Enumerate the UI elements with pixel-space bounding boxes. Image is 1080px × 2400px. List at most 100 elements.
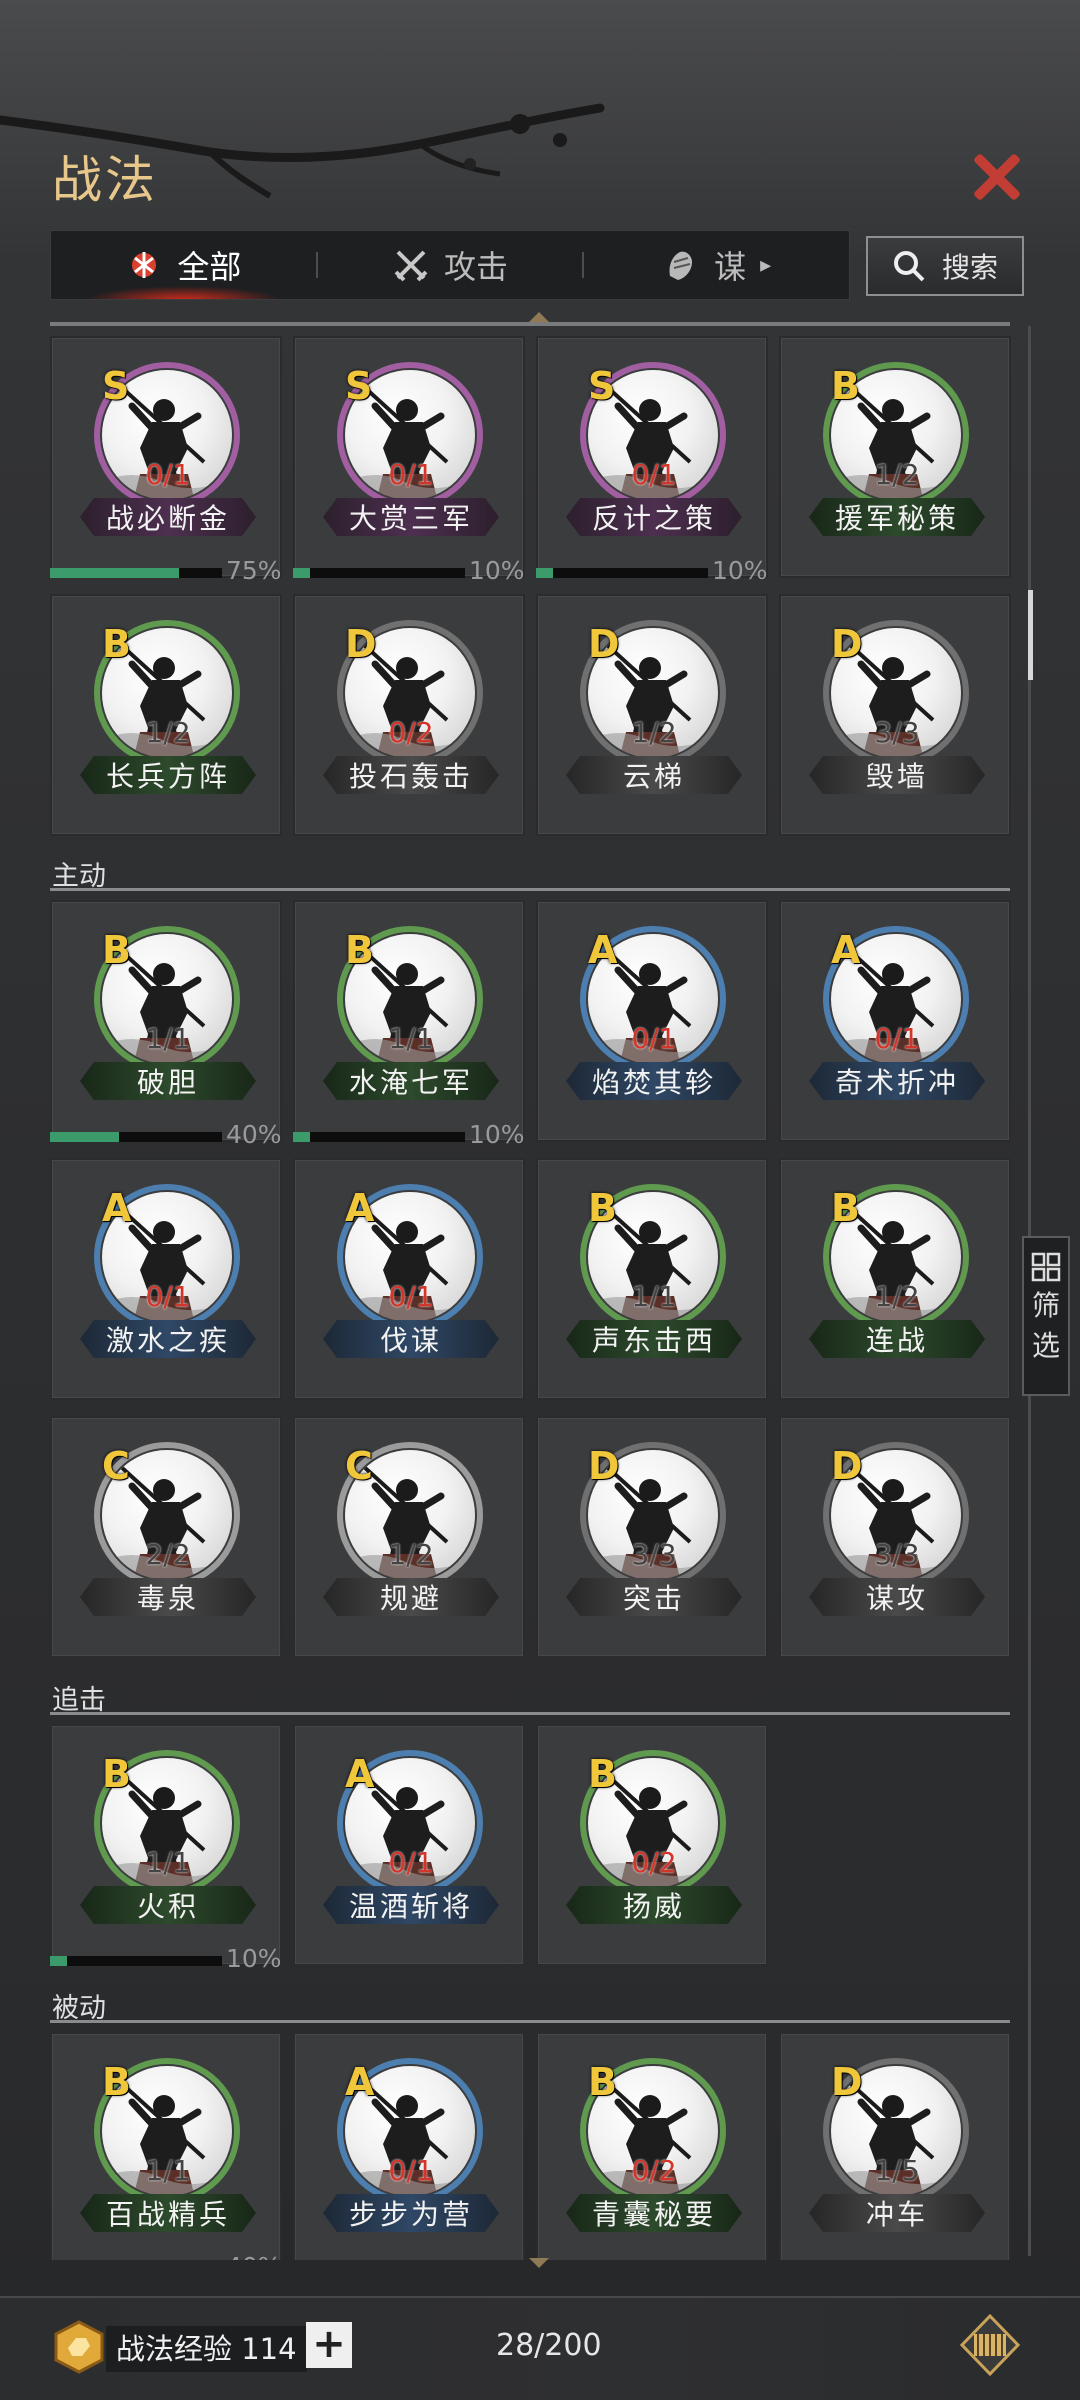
tactic-card[interactable]: D 3/3 毁墙 xyxy=(779,594,1011,836)
tactic-card[interactable]: B 1/1 水淹七军 xyxy=(293,900,525,1142)
grade-badge: S xyxy=(345,364,373,408)
tactic-card[interactable]: B 1/2 长兵方阵 xyxy=(50,594,282,836)
tab-all[interactable]: 全部 xyxy=(51,231,316,299)
grade-badge: B xyxy=(102,2060,131,2104)
owned-count: 1/1 xyxy=(631,1280,677,1313)
progress-percent: 40% xyxy=(226,1120,282,1149)
progress-percent: 10% xyxy=(712,556,768,585)
tab-attack[interactable]: 攻击 xyxy=(318,231,583,299)
tactic-card[interactable]: D 1/5 冲车 xyxy=(779,2032,1011,2260)
tactics-list[interactable]: S 0/1 战必断金 75% S 0/1 大赏三军 10% S 0/1 反计之策 10% B 1/2 援军秘… xyxy=(0,326,1080,2260)
tactic-card[interactable]: A 0/1 步步为营 xyxy=(293,2032,525,2260)
tactic-card[interactable]: D 3/3 谋攻 xyxy=(779,1416,1011,1658)
tactic-card[interactable]: S 0/1 战必断金 xyxy=(50,336,282,578)
owned-count: 3/3 xyxy=(631,1538,677,1571)
learn-progress-bar xyxy=(536,568,708,578)
tactic-name: 伐谋 xyxy=(323,1320,499,1358)
tactic-name: 突击 xyxy=(566,1578,742,1616)
grade-badge: A xyxy=(345,1752,375,1796)
tactic-name: 战必断金 xyxy=(80,498,256,536)
grade-badge: C xyxy=(345,1444,373,1488)
grade-badge: D xyxy=(588,622,620,666)
tactic-card[interactable]: A 0/1 奇术折冲 xyxy=(779,900,1011,1142)
exp-fist-icon[interactable] xyxy=(52,2320,106,2374)
tactic-card[interactable]: B 1/1 火积 xyxy=(50,1724,282,1966)
learn-progress-bar xyxy=(50,1956,222,1966)
tactic-name: 青囊秘要 xyxy=(566,2194,742,2232)
owned-count: 1/5 xyxy=(874,2154,920,2187)
progress-percent: 40% xyxy=(226,2252,282,2260)
tab-bar: 全部 攻击 谋 ▸ xyxy=(50,230,850,300)
progress-percent: 10% xyxy=(469,1120,525,1149)
tactic-card[interactable]: B 0/2 扬威 xyxy=(536,1724,768,1966)
tactic-name: 反计之策 xyxy=(566,498,742,536)
filter-button[interactable]: 筛 选 xyxy=(1022,1236,1070,1396)
owned-count: 1/2 xyxy=(631,716,677,749)
tactic-name: 连战 xyxy=(809,1320,985,1358)
grade-badge: D xyxy=(831,2060,863,2104)
tactic-name: 毁墙 xyxy=(809,756,985,794)
tactics-scroll-icon[interactable] xyxy=(960,2314,1020,2376)
owned-count: 0/1 xyxy=(631,458,677,491)
tactic-card[interactable]: B 0/2 青囊秘要 xyxy=(536,2032,768,2260)
tactic-card[interactable]: D 3/3 突击 xyxy=(536,1416,768,1658)
owned-count: 0/1 xyxy=(388,458,434,491)
tab-label: 攻击 xyxy=(443,248,508,286)
capacity-count: 28/200 xyxy=(496,2328,602,2363)
close-button[interactable] xyxy=(962,142,1032,212)
tactic-name: 奇术折冲 xyxy=(809,1062,985,1100)
grade-badge: B xyxy=(345,928,374,972)
add-exp-button[interactable]: + xyxy=(306,2322,352,2368)
section-divider xyxy=(50,2020,1010,2023)
exp-label: 战法经验 114 xyxy=(106,2326,307,2372)
owned-count: 3/3 xyxy=(874,1538,920,1571)
filter-label-1: 筛 xyxy=(1031,1289,1060,1322)
learn-progress-bar xyxy=(293,1132,465,1142)
tactic-name: 激水之疾 xyxy=(80,1320,256,1358)
tactic-card[interactable]: C 2/2 毒泉 xyxy=(50,1416,282,1658)
tactic-name: 投石轰击 xyxy=(323,756,499,794)
tactic-name: 毒泉 xyxy=(80,1578,256,1616)
learn-progress-bar xyxy=(293,568,465,578)
tactic-name: 步步为营 xyxy=(323,2194,499,2232)
grade-badge: A xyxy=(345,2060,375,2104)
grade-badge: B xyxy=(102,622,131,666)
tactic-card[interactable]: D 0/2 投石轰击 xyxy=(293,594,525,836)
tactic-card[interactable]: A 0/1 焰焚其轸 xyxy=(536,900,768,1142)
tab-strategy[interactable]: 谋 ▸ xyxy=(584,231,849,299)
tactic-name: 声东击西 xyxy=(566,1320,742,1358)
owned-count: 0/1 xyxy=(874,1022,920,1055)
tactic-card[interactable]: S 0/1 大赏三军 xyxy=(293,336,525,578)
tab-label: 全部 xyxy=(177,248,242,286)
tactic-card[interactable]: D 1/2 云梯 xyxy=(536,594,768,836)
grade-badge: C xyxy=(102,1444,130,1488)
grade-badge: S xyxy=(588,364,616,408)
tactic-card[interactable]: S 0/1 反计之策 xyxy=(536,336,768,578)
progress-percent: 75% xyxy=(226,556,282,585)
tactic-card[interactable]: A 0/1 伐谋 xyxy=(293,1158,525,1400)
grade-badge: B xyxy=(831,364,860,408)
tactic-card[interactable]: B 1/1 声东击西 xyxy=(536,1158,768,1400)
scroll-down-indicator xyxy=(529,2258,549,2268)
tactic-card[interactable]: B 1/1 百战精兵 xyxy=(50,2032,282,2260)
scrollbar-thumb[interactable] xyxy=(1028,590,1033,680)
grade-badge: A xyxy=(588,928,618,972)
grade-badge: D xyxy=(588,1444,620,1488)
owned-count: 0/2 xyxy=(631,1846,677,1879)
tactic-card[interactable]: C 1/2 规避 xyxy=(293,1416,525,1658)
tactic-card[interactable]: B 1/1 破胆 xyxy=(50,900,282,1142)
tactic-card[interactable]: A 0/1 激水之疾 xyxy=(50,1158,282,1400)
tactic-card[interactable]: B 1/2 连战 xyxy=(779,1158,1011,1400)
search-button[interactable]: 搜索 xyxy=(866,236,1024,296)
tactic-card[interactable]: A 0/1 温酒斩将 xyxy=(293,1724,525,1966)
progress-fill xyxy=(293,568,311,578)
grade-badge: B xyxy=(588,1752,617,1796)
owned-count: 0/1 xyxy=(145,458,191,491)
scroll-up-indicator xyxy=(529,312,549,322)
tactic-name: 援军秘策 xyxy=(809,498,985,536)
owned-count: 2/2 xyxy=(145,1538,191,1571)
progress-fill xyxy=(536,568,554,578)
tactic-name: 焰焚其轸 xyxy=(566,1062,742,1100)
tab-label: 谋 xyxy=(714,248,747,286)
tactic-card[interactable]: B 1/2 援军秘策 xyxy=(779,336,1011,578)
